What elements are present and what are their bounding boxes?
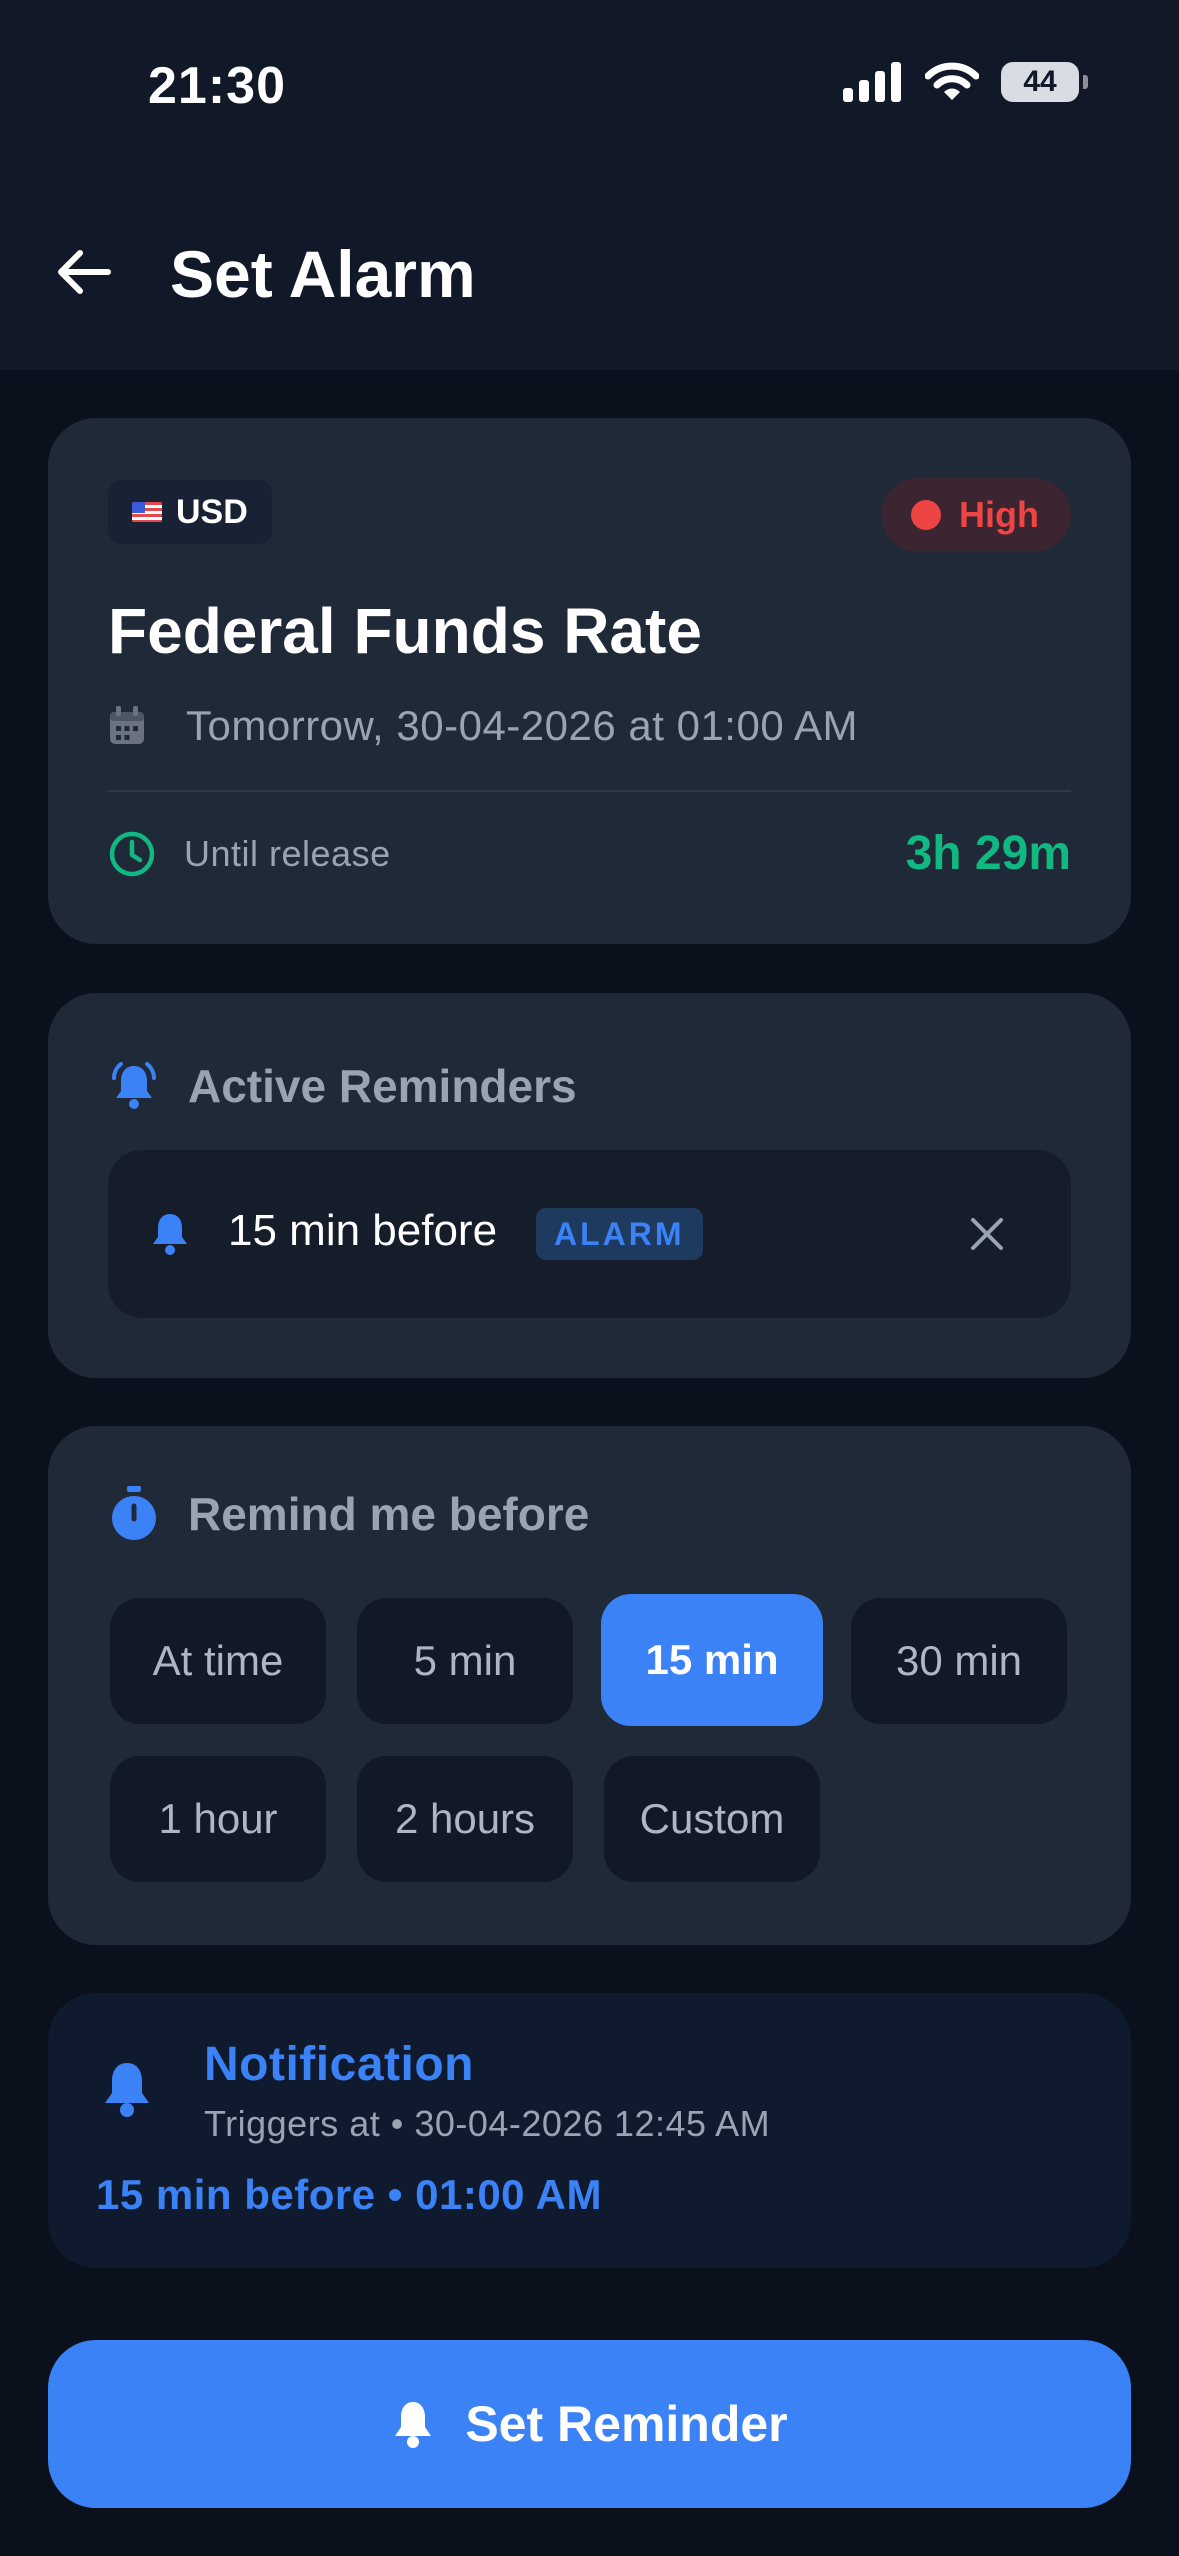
clock-icon	[109, 831, 155, 877]
remind-before-title: Remind me before	[188, 1488, 590, 1540]
page-title: Set Alarm	[170, 237, 476, 311]
active-reminders-title: Active Reminders	[188, 1060, 577, 1112]
notification-card: Notification Triggers at • 30-04-2026 12…	[48, 1993, 1131, 2268]
until-release-label: Until release	[184, 833, 391, 874]
stopwatch-icon	[112, 1486, 156, 1540]
wifi-icon	[925, 62, 979, 100]
bell-icon	[105, 2063, 149, 2117]
calendar-icon	[110, 706, 144, 744]
bell-icon	[395, 2402, 432, 2448]
impact-label: High	[959, 494, 1039, 535]
impact-dot-icon	[911, 500, 942, 530]
us-flag-icon	[132, 502, 162, 522]
active-reminders-card: Active Reminders 15 min before ALARM	[48, 993, 1131, 1378]
cellular-signal-icon	[843, 62, 901, 102]
battery-icon: 44	[1001, 62, 1088, 102]
remind-before-card: Remind me before At time 5 min 15 min 30…	[48, 1426, 1131, 1945]
option-15-min[interactable]: 15 min	[601, 1594, 823, 1726]
divider	[108, 790, 1071, 792]
bell-icon	[153, 1214, 187, 1255]
status-bar: 21:30 44	[0, 0, 1179, 175]
remind-before-header: Remind me before	[108, 1486, 589, 1542]
countdown-value: 3h 29m	[905, 827, 1071, 880]
option-5-min[interactable]: 5 min	[357, 1598, 573, 1724]
event-card: USD High Federal Funds Rate Tomorrow, 30…	[48, 418, 1131, 944]
bell-ringing-icon	[112, 1062, 156, 1109]
status-icons: 44	[843, 62, 1088, 102]
back-button[interactable]	[52, 240, 116, 304]
option-at-time[interactable]: At time	[110, 1598, 326, 1724]
currency-badge: USD	[108, 480, 272, 544]
active-reminders-header: Active Reminders	[108, 1059, 577, 1113]
notification-title: Notification	[204, 2038, 474, 2091]
event-datetime: Tomorrow, 30-04-2026 at 01:00 AM	[186, 702, 859, 749]
option-30-min[interactable]: 30 min	[851, 1598, 1067, 1724]
currency-label: USD	[176, 492, 248, 531]
status-time: 21:30	[148, 57, 286, 115]
set-reminder-label: Set Reminder	[465, 2396, 788, 2452]
arrow-left-icon	[58, 250, 111, 294]
until-row: Until release	[108, 830, 391, 878]
close-icon	[971, 1218, 1003, 1250]
alarm-tag: ALARM	[536, 1208, 703, 1260]
set-reminder-button[interactable]: Set Reminder	[48, 2340, 1131, 2508]
event-date-row: Tomorrow, 30-04-2026 at 01:00 AM	[108, 702, 858, 750]
notification-summary: 15 min before • 01:00 AM	[96, 2171, 602, 2218]
remove-reminder-button[interactable]	[961, 1208, 1013, 1260]
reminder-item: 15 min before ALARM	[108, 1150, 1071, 1318]
notification-trigger-time: Triggers at • 30-04-2026 12:45 AM	[204, 2103, 771, 2144]
option-1-hour[interactable]: 1 hour	[110, 1756, 326, 1882]
reminder-label: 15 min before	[228, 1206, 498, 1255]
impact-badge: High	[881, 478, 1071, 552]
event-title: Federal Funds Rate	[108, 595, 702, 667]
option-2-hours[interactable]: 2 hours	[357, 1756, 573, 1882]
option-custom[interactable]: Custom	[604, 1756, 820, 1882]
